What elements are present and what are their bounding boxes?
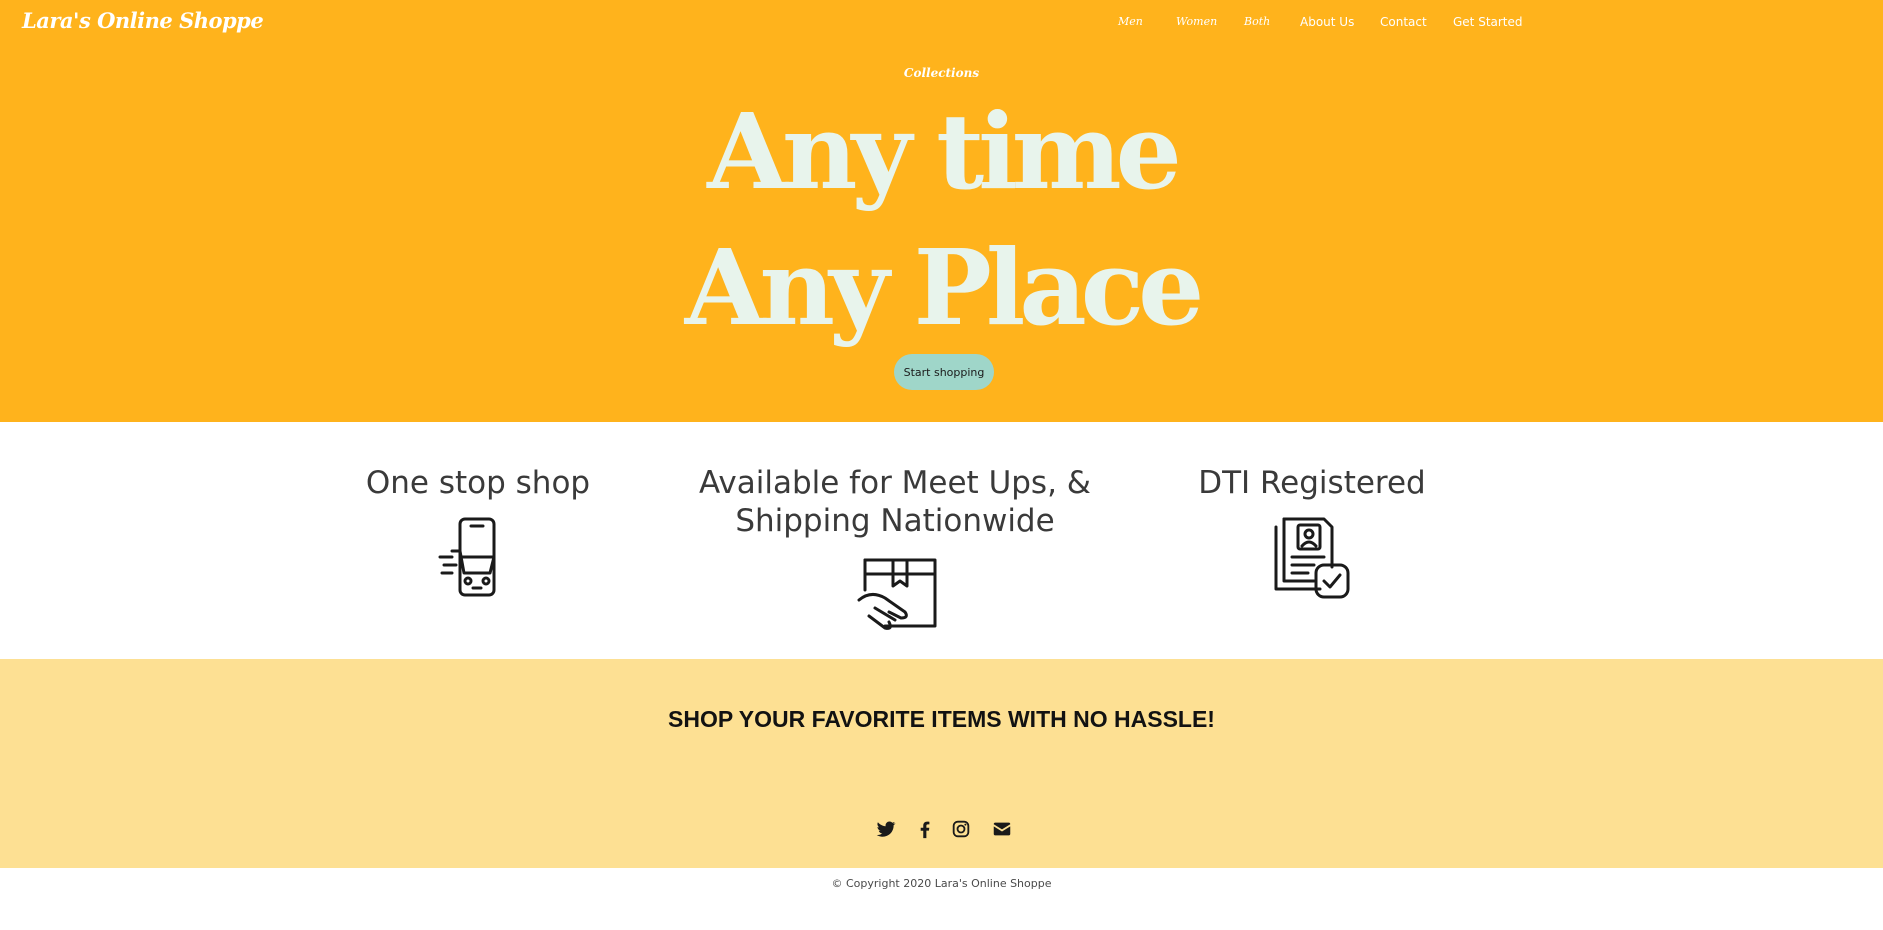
email-icon[interactable] bbox=[991, 818, 1013, 840]
feature-title-dti-registered: DTI Registered bbox=[1198, 465, 1426, 501]
feature-title-meetups-shipping: Available for Meet Ups, & Shipping Natio… bbox=[680, 464, 1110, 540]
nav-item-contact[interactable]: Contact bbox=[1380, 15, 1427, 29]
hero-headline-line1: Any time bbox=[707, 90, 1182, 213]
top-nav: Men Women Both About Us Contact Get Star… bbox=[0, 15, 1883, 35]
promo-banner bbox=[0, 659, 1883, 868]
instagram-icon[interactable] bbox=[950, 818, 972, 840]
facebook-icon[interactable] bbox=[914, 818, 936, 840]
feature-title-line1: Available for Meet Ups, & bbox=[699, 465, 1091, 501]
nav-item-both[interactable]: Both bbox=[1244, 15, 1270, 28]
mobile-cart-icon bbox=[438, 517, 496, 597]
hero-eyebrow: Collections bbox=[903, 66, 980, 80]
nav-item-about-us[interactable]: About Us bbox=[1300, 15, 1354, 29]
twitter-icon[interactable] bbox=[875, 818, 897, 840]
start-shopping-button[interactable]: Start shopping bbox=[894, 354, 994, 390]
hero-headline-line2: Any Place bbox=[684, 226, 1205, 349]
copyright-text: © Copyright 2020 Lara's Online Shoppe bbox=[831, 877, 1052, 890]
package-handshake-icon bbox=[857, 558, 937, 630]
promo-banner-text: SHOP YOUR FAVORITE ITEMS WITH NO HASSLE! bbox=[668, 706, 1215, 732]
nav-item-men[interactable]: Men bbox=[1118, 15, 1143, 28]
registered-document-icon bbox=[1274, 517, 1350, 599]
feature-title-one-stop-shop: One stop shop bbox=[365, 465, 591, 501]
nav-item-get-started[interactable]: Get Started bbox=[1453, 15, 1523, 29]
feature-title-line2: Shipping Nationwide bbox=[735, 503, 1055, 539]
nav-item-women[interactable]: Women bbox=[1176, 15, 1217, 28]
